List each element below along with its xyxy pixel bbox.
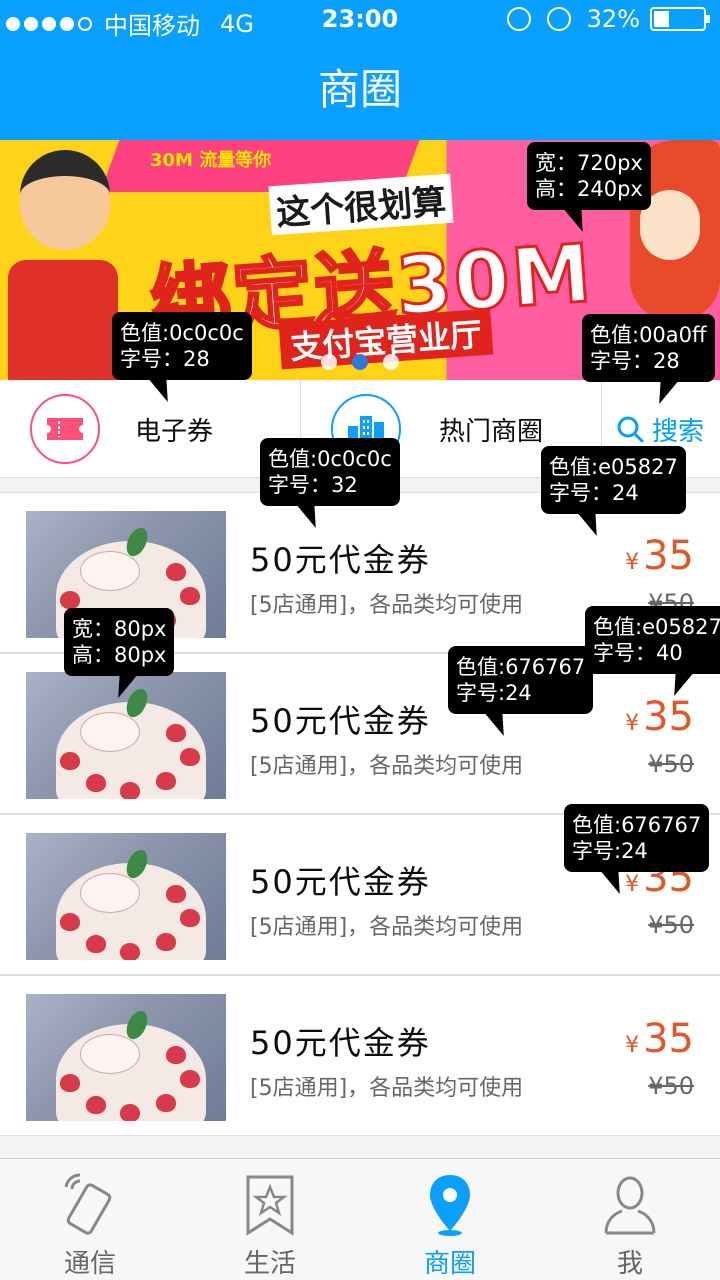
tab-communication[interactable]: 通信 <box>0 1159 180 1280</box>
item-price: ¥35 <box>625 694 694 740</box>
pager-dot[interactable] <box>383 354 400 370</box>
banner-top-text: 30M 流量等你 <box>150 150 272 171</box>
pager-dot[interactable] <box>320 354 337 370</box>
cake-thumbnail <box>26 833 226 960</box>
pager-dot-active[interactable] <box>352 354 368 370</box>
item-description: [5店通用]，各品类均可使用 <box>250 915 524 940</box>
location-pin-icon <box>430 1175 470 1236</box>
annotation-banner-size: 宽：720px 高：240px <box>527 142 651 210</box>
item-price: ¥35 <box>625 533 694 579</box>
status-right: 32% <box>506 5 710 33</box>
search-icon <box>617 416 644 443</box>
item-description: [5店通用]，各品类均可使用 <box>250 593 524 618</box>
cake-thumbnail <box>26 994 226 1121</box>
item-original-price: ¥50 <box>648 1072 694 1100</box>
tab-label: 商圈 <box>423 1249 476 1279</box>
item-title: 50元代金券 <box>250 702 431 740</box>
currency-symbol: ¥ <box>625 1033 640 1058</box>
item-title: 50元代金券 <box>250 863 431 901</box>
item-original-price: ¥50 <box>648 750 694 778</box>
annotation-category-label: 色值:0c0c0c 字号：28 <box>112 312 252 380</box>
annotation-thumb-size: 宽：80px 高：80px <box>64 608 175 676</box>
annotation-currency: 色值:e05827 字号：24 <box>541 446 686 514</box>
search-label: 搜索 <box>652 416 705 447</box>
list-item[interactable]: 50元代金券 [5店通用]，各品类均可使用 ¥35 ¥50 <box>0 653 720 814</box>
tab-bar: 通信 生活 商圈 我 <box>0 1158 720 1280</box>
list-item[interactable]: 50元代金券 [5店通用]，各品类均可使用 ¥35 ¥50 <box>0 975 720 1136</box>
item-description: [5店通用]，各品类均可使用 <box>250 1076 524 1101</box>
tab-label: 通信 <box>63 1249 116 1279</box>
status-bar: 中国移动 4G 23:00 32% <box>0 0 720 40</box>
item-title: 50元代金券 <box>250 1024 431 1062</box>
item-title: 50元代金券 <box>250 541 431 579</box>
tab-label: 我 <box>616 1249 643 1279</box>
tab-life[interactable]: 生活 <box>180 1159 360 1280</box>
page-title: 商圈 <box>0 40 720 140</box>
banner-cartoon-man <box>8 150 118 380</box>
annotation-price: 色值:e05827 字号：40 <box>585 606 720 674</box>
item-description: [5店通用]，各品类均可使用 <box>250 754 524 779</box>
battery-icon <box>650 7 710 31</box>
category-coupon[interactable]: 电子券 <box>0 380 300 478</box>
category-hot-district-label: 热门商圈 <box>439 416 544 447</box>
phone-icon <box>64 1173 112 1235</box>
annotation-description: 色值:676767 字号:24 <box>448 646 594 714</box>
tab-business-district[interactable]: 商圈 <box>360 1159 540 1280</box>
rotation-lock-icon <box>506 7 531 31</box>
annotation-search-label: 色值:00a0ff 字号：28 <box>582 314 715 382</box>
item-price: ¥35 <box>625 1016 694 1062</box>
bookmark-star-icon <box>246 1175 294 1236</box>
person-icon <box>604 1176 656 1235</box>
alarm-icon <box>546 7 571 31</box>
currency-symbol: ¥ <box>625 550 640 575</box>
item-original-price: ¥50 <box>648 911 694 939</box>
price-value: 35 <box>643 533 694 579</box>
category-coupon-label: 电子券 <box>135 416 214 447</box>
battery-percent: 32% <box>586 5 640 33</box>
tab-label: 生活 <box>243 1249 296 1279</box>
price-value: 35 <box>643 694 694 740</box>
tab-me[interactable]: 我 <box>540 1159 720 1280</box>
annotation-original-price: 色值:676767 字号:24 <box>564 804 710 872</box>
annotation-item-title: 色值:0c0c0c 字号：32 <box>260 438 400 506</box>
currency-symbol: ¥ <box>625 711 640 736</box>
ticket-icon <box>30 394 100 464</box>
price-value: 35 <box>643 1016 694 1062</box>
